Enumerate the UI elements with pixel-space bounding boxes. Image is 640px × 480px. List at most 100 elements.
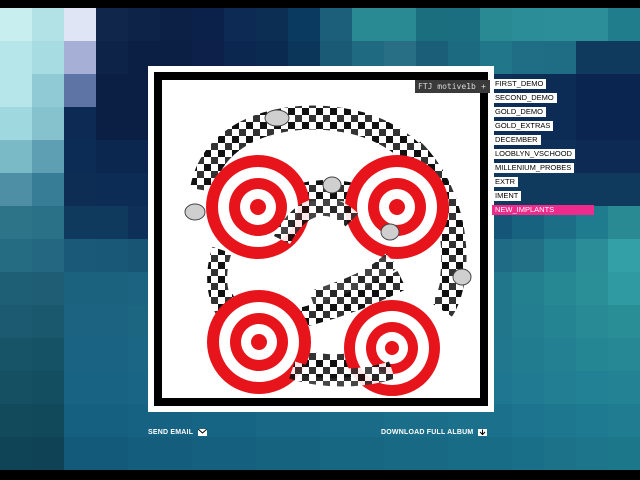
send-email-link[interactable]: SEND EMAIL xyxy=(148,429,208,436)
track-item[interactable]: GOLD_EXTRAS xyxy=(492,121,554,131)
window-title-bar[interactable]: FTJ motive1b + xyxy=(415,80,490,93)
track-item[interactable]: GOLD_DEMO xyxy=(492,107,546,117)
mosaic-cell xyxy=(384,8,416,41)
mosaic-cell xyxy=(224,437,256,470)
mosaic-cell xyxy=(416,8,448,41)
mosaic-cell xyxy=(480,437,512,470)
mosaic-cell xyxy=(64,371,96,404)
mosaic-cell xyxy=(608,74,640,107)
mosaic-cell xyxy=(96,371,128,404)
mosaic-cell xyxy=(416,437,448,470)
mosaic-cell xyxy=(32,107,64,140)
track-item[interactable]: MILLENIUM_PROBES xyxy=(492,163,575,173)
mosaic-cell xyxy=(192,437,224,470)
mosaic-cell xyxy=(352,8,384,41)
mosaic-cell xyxy=(576,305,608,338)
mosaic-cell xyxy=(32,305,64,338)
mosaic-cell xyxy=(96,8,128,41)
track-item[interactable]: IMENT xyxy=(492,191,522,201)
mosaic-cell xyxy=(32,41,64,74)
album-art-frame xyxy=(148,66,494,412)
track-item[interactable]: FIRST_DEMO xyxy=(492,79,547,89)
mosaic-cell xyxy=(352,437,384,470)
mosaic-cell xyxy=(32,404,64,437)
window-title: FTJ motive1b xyxy=(418,82,476,91)
mosaic-cell xyxy=(576,41,608,74)
mosaic-cell xyxy=(96,173,128,206)
track-item[interactable]: LOOBLYN_VSCHOOD xyxy=(492,149,575,159)
mosaic-cell xyxy=(64,173,96,206)
mosaic-cell xyxy=(0,404,32,437)
track-item[interactable]: EXTR xyxy=(492,177,519,187)
mosaic-cell xyxy=(0,371,32,404)
mosaic-cell xyxy=(544,41,576,74)
track-item[interactable]: NEW_IMPLANTS xyxy=(492,205,594,215)
mosaic-cell xyxy=(608,140,640,173)
mosaic-cell xyxy=(64,8,96,41)
mosaic-cell xyxy=(544,239,576,272)
mosaic-cell xyxy=(32,371,64,404)
track-list: FIRST_DEMO SECOND_DEMO GOLD_DEMO GOLD_EXTRA… xyxy=(492,79,594,219)
mosaic-cell xyxy=(608,305,640,338)
mosaic-cell xyxy=(576,8,608,41)
mosaic-cell xyxy=(0,206,32,239)
mosaic-cell xyxy=(0,173,32,206)
mosaic-cell xyxy=(480,8,512,41)
target-collage-art xyxy=(184,105,472,396)
mosaic-cell xyxy=(448,8,480,41)
mosaic-cell xyxy=(96,305,128,338)
mosaic-cell xyxy=(608,338,640,371)
mosaic-cell xyxy=(512,338,544,371)
mosaic-cell xyxy=(96,404,128,437)
download-album-link[interactable]: DOWNLOAD FULL ALBUM xyxy=(381,429,488,436)
mosaic-cell xyxy=(0,140,32,173)
mosaic-cell xyxy=(96,239,128,272)
download-album-label: DOWNLOAD FULL ALBUM xyxy=(381,429,474,436)
mosaic-cell xyxy=(544,305,576,338)
mosaic-cell xyxy=(64,107,96,140)
mosaic-cell xyxy=(576,338,608,371)
mosaic-cell xyxy=(512,272,544,305)
mosaic-cell xyxy=(512,404,544,437)
mosaic-cell xyxy=(64,305,96,338)
mosaic-cell xyxy=(0,107,32,140)
mosaic-cell xyxy=(544,437,576,470)
mosaic-cell xyxy=(32,140,64,173)
mosaic-cell xyxy=(96,107,128,140)
mosaic-cell xyxy=(0,239,32,272)
mosaic-cell xyxy=(0,41,32,74)
mosaic-cell xyxy=(384,437,416,470)
mosaic-cell xyxy=(32,74,64,107)
mosaic-cell xyxy=(544,371,576,404)
mosaic-cell xyxy=(544,8,576,41)
mosaic-cell xyxy=(608,41,640,74)
mosaic-cell xyxy=(32,206,64,239)
mosaic-cell xyxy=(96,41,128,74)
mosaic-cell xyxy=(512,41,544,74)
envelope-icon xyxy=(198,429,208,436)
mosaic-cell xyxy=(64,338,96,371)
mosaic-cell xyxy=(512,239,544,272)
mosaic-cell xyxy=(192,8,224,41)
mosaic-cell xyxy=(64,239,96,272)
target-top-left xyxy=(206,155,310,259)
mosaic-cell xyxy=(0,305,32,338)
mosaic-cell xyxy=(96,140,128,173)
mosaic-cell xyxy=(608,272,640,305)
mosaic-cell xyxy=(0,74,32,107)
mosaic-cell xyxy=(32,437,64,470)
mosaic-cell xyxy=(128,8,160,41)
expand-button[interactable]: + xyxy=(481,80,486,93)
mosaic-cell xyxy=(64,206,96,239)
track-item[interactable]: SECOND_DEMO xyxy=(492,93,557,103)
mosaic-cell xyxy=(0,437,32,470)
mosaic-cell xyxy=(576,404,608,437)
mosaic-cell xyxy=(0,338,32,371)
mosaic-cell xyxy=(96,338,128,371)
track-item[interactable]: DECEMBER xyxy=(492,135,541,145)
mosaic-cell xyxy=(256,8,288,41)
mosaic-cell xyxy=(608,371,640,404)
mosaic-cell xyxy=(32,239,64,272)
send-email-label: SEND EMAIL xyxy=(148,429,194,436)
mosaic-cell xyxy=(64,437,96,470)
